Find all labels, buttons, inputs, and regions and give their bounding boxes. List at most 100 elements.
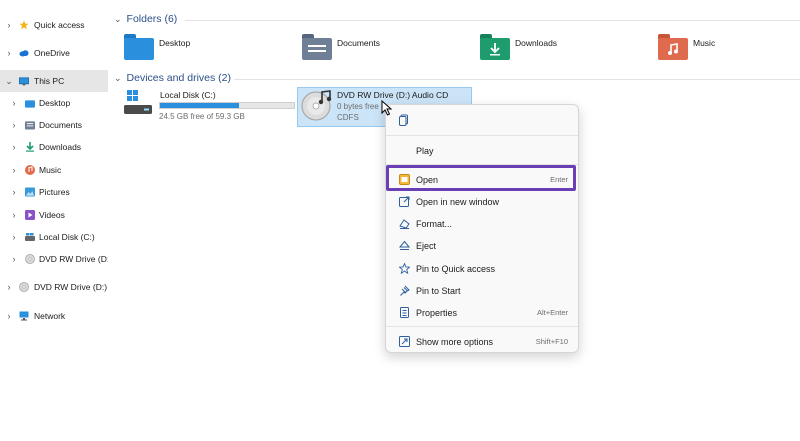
chevron-right-icon[interactable]: › (5, 20, 13, 30)
sidebar-item-local-disk[interactable]: › Local Disk (C:) (0, 226, 108, 248)
drive-free-space: 24.5 GB free of 59.3 GB (159, 112, 245, 121)
menu-item-shortcut: Shift+F10 (535, 337, 568, 346)
menu-item-label: Eject (416, 240, 437, 251)
sidebar-item-videos[interactable]: › Videos (0, 204, 108, 226)
folders-heading: Folders (6) (126, 13, 178, 25)
sidebar-item-label: DVD RW Drive (D:) (39, 254, 108, 264)
menu-item-properties[interactable]: Properties Alt+Enter (390, 302, 576, 323)
chevron-right-icon[interactable]: › (10, 98, 18, 108)
sidebar-item-label: Pictures (39, 187, 70, 197)
cloud-icon (19, 48, 29, 58)
sidebar-item-label: This PC (34, 76, 65, 86)
chevron-right-icon[interactable]: › (10, 120, 18, 130)
documents-icon (302, 34, 332, 62)
format-icon (398, 218, 410, 230)
star-icon (19, 20, 29, 30)
mouse-cursor-icon (381, 100, 393, 116)
dvd-icon (19, 282, 29, 292)
section-divider (234, 79, 800, 80)
documents-icon (25, 120, 35, 130)
folder-label: Downloads (515, 38, 558, 48)
sidebar-item-label: Videos (39, 210, 65, 220)
eject-icon (398, 240, 410, 252)
chevron-down-icon[interactable]: ⌄ (114, 14, 122, 25)
sidebar-item-dvd-drive[interactable]: › DVD RW Drive (D:) (0, 248, 109, 270)
monitor-icon (19, 76, 29, 86)
disk-usage-fill (160, 103, 240, 108)
sidebar-item-documents[interactable]: › Documents (0, 114, 108, 136)
open-highlight-box (386, 165, 576, 191)
sidebar-item-music[interactable]: › Music (0, 159, 108, 181)
chevron-right-icon[interactable]: › (10, 210, 18, 220)
pictures-icon (25, 187, 35, 197)
copy-icon[interactable] (398, 114, 410, 126)
more-options-icon (398, 336, 410, 348)
folder-downloads[interactable] (480, 34, 510, 62)
sidebar-item-onedrive[interactable]: › OneDrive (0, 42, 108, 64)
menu-item-pin-to-start[interactable]: Pin to Start (390, 280, 576, 301)
drive-local-disk[interactable] (122, 89, 154, 122)
dvd-icon-wrap (300, 88, 334, 127)
drive-name: Local Disk (C:) (160, 90, 216, 100)
chevron-right-icon[interactable]: › (10, 165, 18, 175)
folders-section-header[interactable]: ⌄ Folders (6) (114, 13, 177, 25)
chevron-down-icon[interactable]: ⌄ (114, 73, 122, 84)
folder-documents[interactable] (302, 34, 332, 62)
audio-cd-icon (301, 90, 332, 121)
disk-icon (25, 232, 35, 242)
chevron-right-icon[interactable]: › (10, 187, 18, 197)
sidebar-item-downloads[interactable]: › Downloads (0, 136, 108, 158)
local-disk-icon (124, 90, 152, 114)
videos-icon (25, 210, 35, 220)
menu-item-label: Show more options (416, 336, 494, 347)
sidebar-item-network[interactable]: › Network (0, 305, 108, 327)
new-window-icon (398, 196, 410, 208)
section-divider (185, 20, 800, 21)
menu-item-label: Format... (416, 218, 453, 229)
chevron-down-icon[interactable]: ⌄ (5, 76, 13, 87)
sidebar-item-label: Desktop (39, 98, 71, 108)
menu-item-shortcut: Alt+Enter (536, 308, 568, 317)
folder-desktop[interactable] (124, 34, 154, 62)
sidebar-item-quick-access[interactable]: › Quick access (0, 14, 108, 36)
chevron-right-icon[interactable]: › (5, 311, 13, 321)
sidebar-item-label: OneDrive (34, 48, 70, 58)
context-menu: Play Open Enter Open in new window Forma… (385, 104, 579, 353)
star-outline-icon (398, 263, 410, 275)
sidebar-item-label: Music (39, 165, 62, 175)
music-folder-icon (658, 34, 688, 62)
menu-separator (386, 326, 578, 327)
downloads-folder-icon (480, 34, 510, 62)
devices-heading: Devices and drives (2) (126, 72, 232, 84)
menu-item-format[interactable]: Format... (390, 213, 576, 234)
sidebar-item-desktop[interactable]: › Desktop (0, 92, 108, 114)
sidebar-item-label: Downloads (39, 142, 82, 152)
music-icon (25, 165, 35, 175)
menu-item-label: Properties (416, 307, 458, 318)
network-icon (19, 311, 29, 321)
menu-item-show-more-options[interactable]: Show more options Shift+F10 (390, 331, 576, 352)
sidebar-item-this-pc[interactable]: ⌄ This PC (0, 70, 108, 92)
sidebar-item-label: Network (34, 311, 66, 321)
chevron-right-icon[interactable]: › (10, 142, 18, 152)
chevron-right-icon[interactable]: › (10, 254, 18, 264)
chevron-right-icon[interactable]: › (10, 232, 18, 242)
folder-label: Music (693, 38, 716, 48)
menu-item-open-new-window[interactable]: Open in new window (390, 191, 576, 212)
sidebar-item-label: Quick access (34, 20, 85, 30)
download-icon (25, 142, 35, 152)
sidebar-item-pictures[interactable]: › Pictures (0, 181, 108, 203)
chevron-right-icon[interactable]: › (5, 282, 13, 292)
menu-item-play[interactable]: Play (390, 140, 576, 161)
chevron-right-icon[interactable]: › (5, 48, 13, 58)
folder-music[interactable] (658, 34, 688, 62)
sidebar-item-label: Local Disk (C:) (39, 232, 95, 242)
menu-item-label: Play (416, 145, 434, 156)
menu-item-label: Open in new window (416, 196, 500, 207)
sidebar-item-label: Documents (39, 120, 82, 130)
devices-section-header[interactable]: ⌄ Devices and drives (2) (114, 72, 231, 84)
sidebar-item-dvd-drive-audio[interactable]: › DVD RW Drive (D:) A (0, 276, 109, 298)
menu-item-pin-quick-access[interactable]: Pin to Quick access (390, 258, 576, 279)
menu-item-eject[interactable]: Eject (390, 235, 576, 256)
drive-filesystem: CDFS (337, 113, 359, 122)
